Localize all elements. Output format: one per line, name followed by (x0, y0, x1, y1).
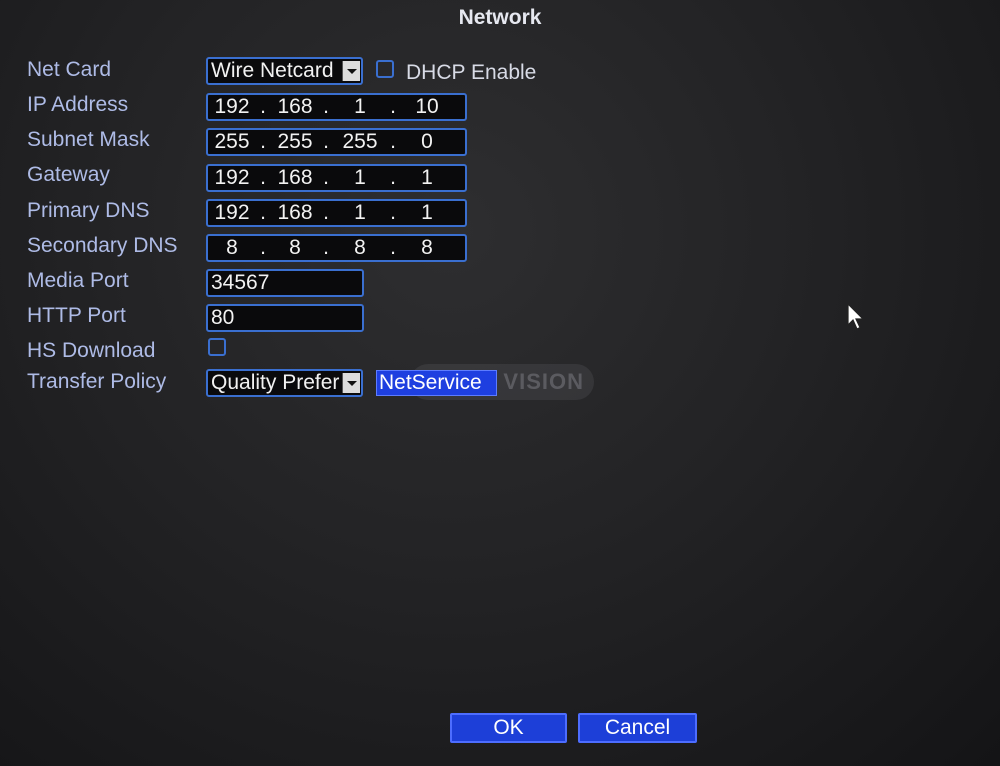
net-card-value: Wire Netcard (211, 59, 334, 82)
ip-address-field[interactable]: 192 . 168 . 1 . 10 (206, 93, 467, 121)
subnet-mask-label: Subnet Mask (27, 128, 150, 151)
chevron-down-icon[interactable] (342, 61, 360, 81)
mouse-cursor-icon (847, 303, 865, 330)
primary-dns-label: Primary DNS (27, 199, 150, 222)
ip-octet[interactable]: 0 (403, 130, 451, 154)
ip-octet[interactable]: 1 (336, 201, 384, 225)
ip-octet[interactable]: 1 (336, 166, 384, 190)
octet-separator: . (323, 236, 329, 259)
ip-octet[interactable]: 10 (403, 95, 451, 119)
octet-separator: . (390, 201, 396, 224)
octet-separator: . (323, 166, 329, 189)
transfer-policy-label: Transfer Policy (27, 370, 167, 393)
ip-octet[interactable]: 192 (208, 166, 256, 190)
octet-separator: . (260, 236, 266, 259)
gateway-label: Gateway (27, 163, 110, 186)
dhcp-enable-label: DHCP Enable (406, 61, 537, 84)
octet-separator: . (323, 130, 329, 153)
hs-download-checkbox[interactable] (208, 338, 226, 356)
ip-octet[interactable]: 1 (403, 201, 451, 225)
ip-octet[interactable]: 1 (403, 166, 451, 190)
http-port-input[interactable]: 80 (206, 304, 364, 332)
octet-separator: . (390, 236, 396, 259)
octet-separator: . (260, 95, 266, 118)
ip-address-label: IP Address (27, 93, 129, 116)
window-title: Network (458, 6, 542, 29)
octet-separator: . (390, 95, 396, 118)
ip-octet[interactable]: 168 (271, 166, 319, 190)
ip-octet[interactable]: 192 (208, 95, 256, 119)
octet-separator: . (390, 166, 396, 189)
ip-octet[interactable]: 8 (336, 236, 384, 260)
octet-separator: . (260, 130, 266, 153)
http-port-label: HTTP Port (27, 304, 126, 327)
ip-octet[interactable]: 255 (271, 130, 319, 154)
ip-octet[interactable]: 192 (208, 201, 256, 225)
octet-separator: . (390, 130, 396, 153)
ip-octet[interactable]: 8 (271, 236, 319, 260)
media-port-label: Media Port (27, 269, 129, 292)
ok-button[interactable]: OK (450, 713, 567, 743)
dhcp-enable-checkbox[interactable] (376, 60, 394, 78)
ip-octet[interactable]: 8 (403, 236, 451, 260)
netservice-button[interactable]: NetService (376, 370, 497, 396)
octet-separator: . (323, 201, 329, 224)
transfer-policy-select[interactable]: Quality Prefer (206, 369, 363, 397)
cancel-button[interactable]: Cancel (578, 713, 697, 743)
net-card-label: Net Card (27, 58, 112, 81)
secondary-dns-label: Secondary DNS (27, 234, 178, 257)
net-card-select[interactable]: Wire Netcard (206, 57, 363, 85)
octet-separator: . (323, 95, 329, 118)
secondary-dns-field[interactable]: 8 . 8 . 8 . 8 (206, 234, 467, 262)
chevron-down-icon[interactable] (342, 373, 360, 393)
gateway-field[interactable]: 192 . 168 . 1 . 1 (206, 164, 467, 192)
primary-dns-field[interactable]: 192 . 168 . 1 . 1 (206, 199, 467, 227)
ip-octet[interactable]: 255 (208, 130, 256, 154)
ip-octet[interactable]: 168 (271, 95, 319, 119)
ip-octet[interactable]: 168 (271, 201, 319, 225)
media-port-input[interactable]: 34567 (206, 269, 364, 297)
hs-download-label: HS Download (27, 339, 156, 362)
transfer-policy-value: Quality Prefer (211, 371, 340, 394)
octet-separator: . (260, 166, 266, 189)
ip-octet[interactable]: 8 (208, 236, 256, 260)
subnet-mask-field[interactable]: 255 . 255 . 255 . 0 (206, 128, 467, 156)
ip-octet[interactable]: 255 (336, 130, 384, 154)
octet-separator: . (260, 201, 266, 224)
ip-octet[interactable]: 1 (336, 95, 384, 119)
